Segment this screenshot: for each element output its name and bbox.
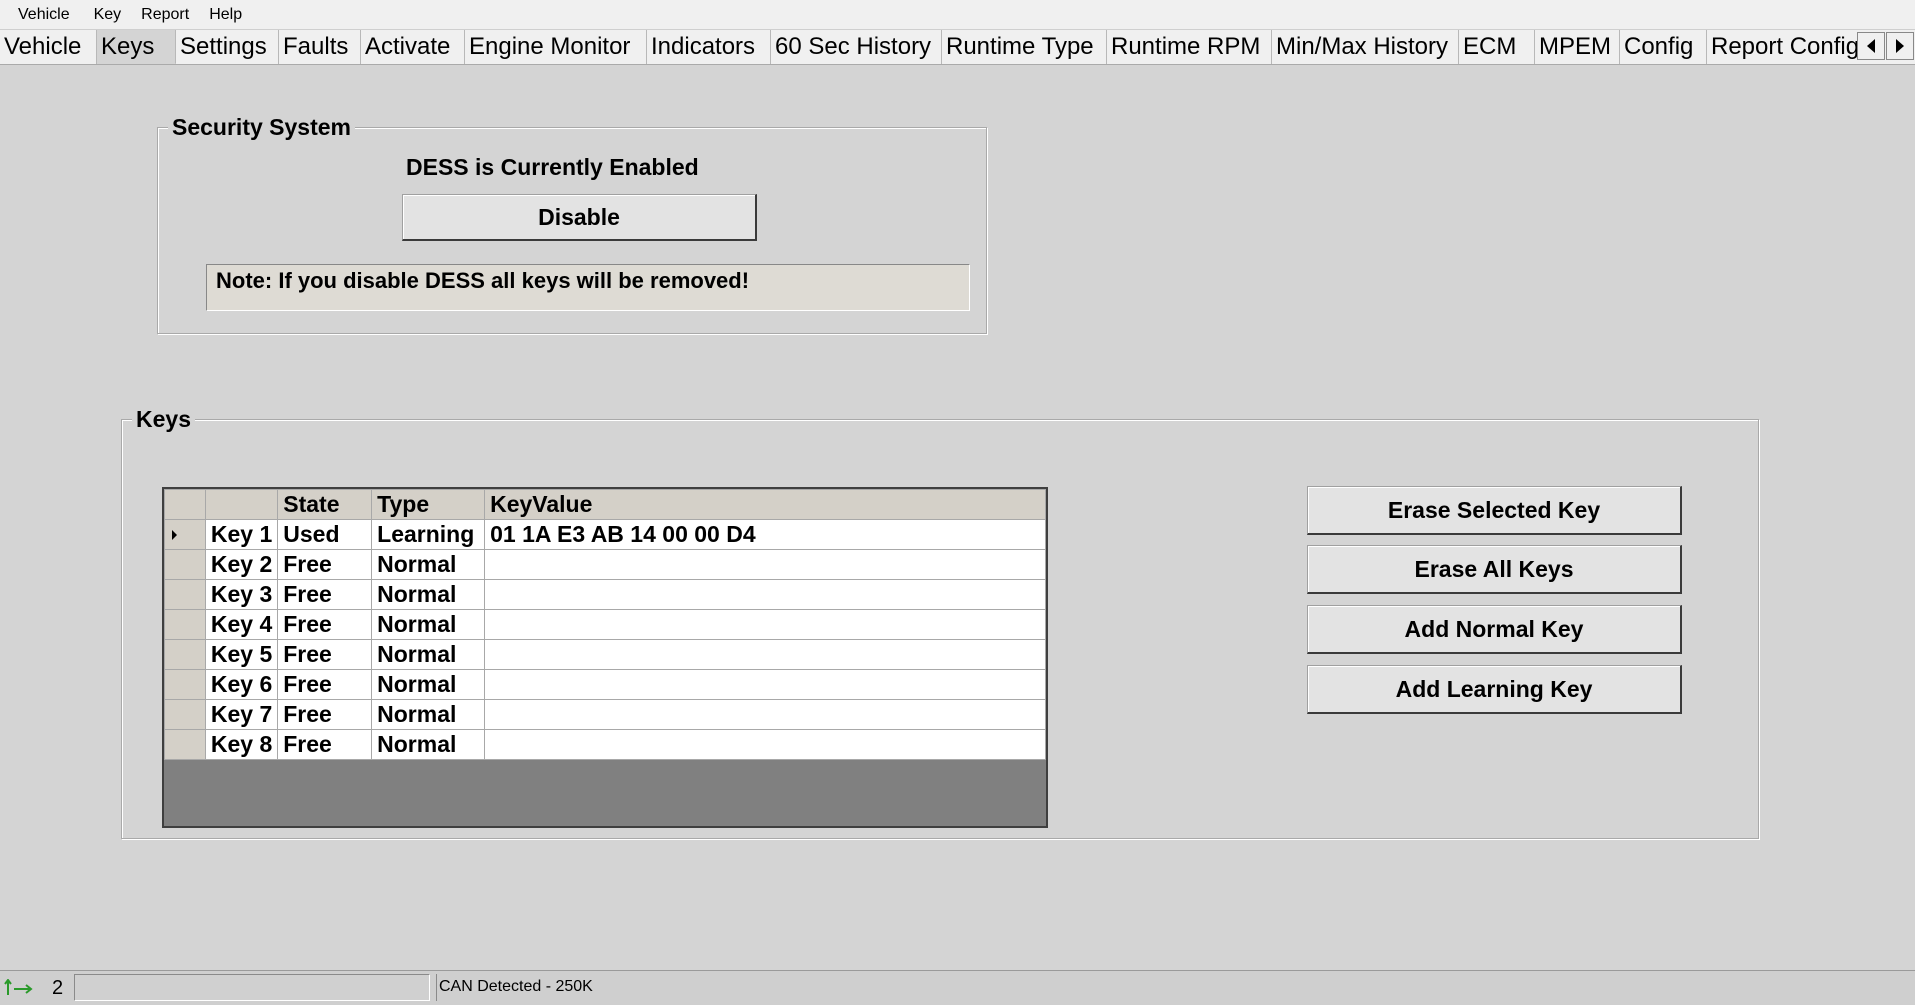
key-value-cell[interactable] — [484, 669, 1046, 700]
row-selector[interactable] — [164, 549, 206, 580]
table-row[interactable]: Key 5 Free Normal — [164, 639, 1046, 670]
tab-engine-monitor[interactable]: Engine Monitor — [465, 30, 647, 64]
tab-ecm[interactable]: ECM — [1459, 30, 1535, 64]
tab-report-config[interactable]: Report Config — [1707, 30, 1857, 64]
key-name-cell[interactable]: Key 1 — [204, 519, 279, 550]
tab-mpem[interactable]: MPEM — [1535, 30, 1620, 64]
current-row-arrow-icon — [172, 530, 177, 540]
key-type-cell[interactable]: Normal — [371, 639, 486, 670]
key-state-cell[interactable]: Free — [277, 729, 373, 760]
column-header-name[interactable] — [204, 489, 279, 520]
keys-table[interactable]: State Type KeyValue Key 1 Used Learning … — [162, 487, 1048, 828]
disable-dess-button[interactable]: Disable — [402, 194, 757, 241]
table-row[interactable]: Key 4 Free Normal — [164, 609, 1046, 640]
table-row[interactable]: Key 1 Used Learning 01 1A E3 AB 14 00 00… — [164, 519, 1046, 550]
key-name-cell[interactable]: Key 8 — [204, 729, 279, 760]
tab-60-sec-history[interactable]: 60 Sec History — [771, 30, 942, 64]
key-type-cell[interactable]: Normal — [371, 729, 486, 760]
key-state-cell[interactable]: Free — [277, 669, 373, 700]
row-selector[interactable] — [164, 699, 206, 730]
key-value-cell[interactable] — [484, 729, 1046, 760]
row-selector[interactable] — [164, 639, 206, 670]
tab-scroll-left-icon[interactable] — [1857, 32, 1885, 60]
key-type-cell[interactable]: Normal — [371, 669, 486, 700]
key-state-cell[interactable]: Free — [277, 609, 373, 640]
row-header-corner — [164, 489, 206, 520]
tab-runtime-type[interactable]: Runtime Type — [942, 30, 1107, 64]
table-row[interactable]: Key 6 Free Normal — [164, 669, 1046, 700]
tab-scroll-right-icon[interactable] — [1886, 32, 1914, 60]
column-header-state[interactable]: State — [277, 489, 373, 520]
key-state-cell[interactable]: Used — [277, 519, 373, 550]
key-value-cell[interactable] — [484, 579, 1046, 610]
table-header-row: State Type KeyValue — [164, 489, 1046, 520]
menu-bar: Vehicle Key Report Help — [0, 0, 1915, 30]
tab-faults[interactable]: Faults — [279, 30, 361, 64]
row-selector[interactable] — [164, 579, 206, 610]
table-row[interactable]: Key 2 Free Normal — [164, 549, 1046, 580]
key-state-cell[interactable]: Free — [277, 549, 373, 580]
key-value-cell[interactable] — [484, 639, 1046, 670]
row-selector[interactable] — [164, 519, 206, 550]
tab-config[interactable]: Config — [1620, 30, 1707, 64]
key-state-cell[interactable]: Free — [277, 579, 373, 610]
key-value-cell[interactable]: 01 1A E3 AB 14 00 00 D4 — [484, 519, 1046, 550]
key-name-cell[interactable]: Key 5 — [204, 639, 279, 670]
menu-key[interactable]: Key — [72, 6, 122, 24]
add-learning-key-button[interactable]: Add Learning Key — [1307, 665, 1682, 714]
key-type-cell[interactable]: Normal — [371, 609, 486, 640]
key-value-cell[interactable] — [484, 549, 1046, 580]
dess-warning-note: Note: If you disable DESS all keys will … — [206, 264, 970, 311]
tab-vehicle[interactable]: Vehicle — [0, 30, 97, 64]
row-selector[interactable] — [164, 609, 206, 640]
can-status-text: CAN Detected - 250K — [436, 974, 1914, 1001]
table-row[interactable]: Key 7 Free Normal — [164, 699, 1046, 730]
status-bar: 2 CAN Detected - 250K — [0, 970, 1915, 1005]
connection-arrows-icon — [4, 979, 33, 995]
key-value-cell[interactable] — [484, 609, 1046, 640]
tab-indicators[interactable]: Indicators — [647, 30, 771, 64]
tab-activate[interactable]: Activate — [361, 30, 465, 64]
progress-panel — [74, 974, 430, 1001]
key-state-cell[interactable]: Free — [277, 699, 373, 730]
key-name-cell[interactable]: Key 2 — [204, 549, 279, 580]
menu-report[interactable]: Report — [123, 6, 189, 24]
key-name-cell[interactable]: Key 6 — [204, 669, 279, 700]
menu-vehicle[interactable]: Vehicle — [0, 6, 70, 24]
tab-strip: Vehicle Keys Settings Faults Activate En… — [0, 30, 1915, 65]
column-header-type[interactable]: Type — [371, 489, 486, 520]
tab-settings[interactable]: Settings — [176, 30, 279, 64]
key-name-cell[interactable]: Key 7 — [204, 699, 279, 730]
key-state-cell[interactable]: Free — [277, 639, 373, 670]
menu-help[interactable]: Help — [191, 6, 242, 24]
dess-status-text: DESS is Currently Enabled — [406, 154, 699, 180]
security-system-group: Security System DESS is Currently Enable… — [157, 113, 987, 334]
key-type-cell[interactable]: Normal — [371, 579, 486, 610]
key-value-cell[interactable] — [484, 699, 1046, 730]
key-type-cell[interactable]: Normal — [371, 549, 486, 580]
table-row[interactable]: Key 8 Free Normal — [164, 729, 1046, 760]
add-normal-key-button[interactable]: Add Normal Key — [1307, 605, 1682, 654]
table-row[interactable]: Key 3 Free Normal — [164, 579, 1046, 610]
row-selector[interactable] — [164, 669, 206, 700]
key-name-cell[interactable]: Key 4 — [204, 609, 279, 640]
erase-selected-key-button[interactable]: Erase Selected Key — [1307, 486, 1682, 535]
security-system-title: Security System — [168, 113, 355, 141]
key-name-cell[interactable]: Key 3 — [204, 579, 279, 610]
tab-runtime-rpm[interactable]: Runtime RPM — [1107, 30, 1272, 64]
erase-all-keys-button[interactable]: Erase All Keys — [1307, 545, 1682, 594]
row-selector[interactable] — [164, 729, 206, 760]
tab-keys[interactable]: Keys — [97, 30, 176, 64]
key-type-cell[interactable]: Learning — [371, 519, 486, 550]
column-header-keyvalue[interactable]: KeyValue — [484, 489, 1046, 520]
keys-group-title: Keys — [132, 405, 195, 433]
tab-min-max-history[interactable]: Min/Max History — [1272, 30, 1459, 64]
connection-count: 2 — [52, 977, 64, 999]
key-type-cell[interactable]: Normal — [371, 699, 486, 730]
